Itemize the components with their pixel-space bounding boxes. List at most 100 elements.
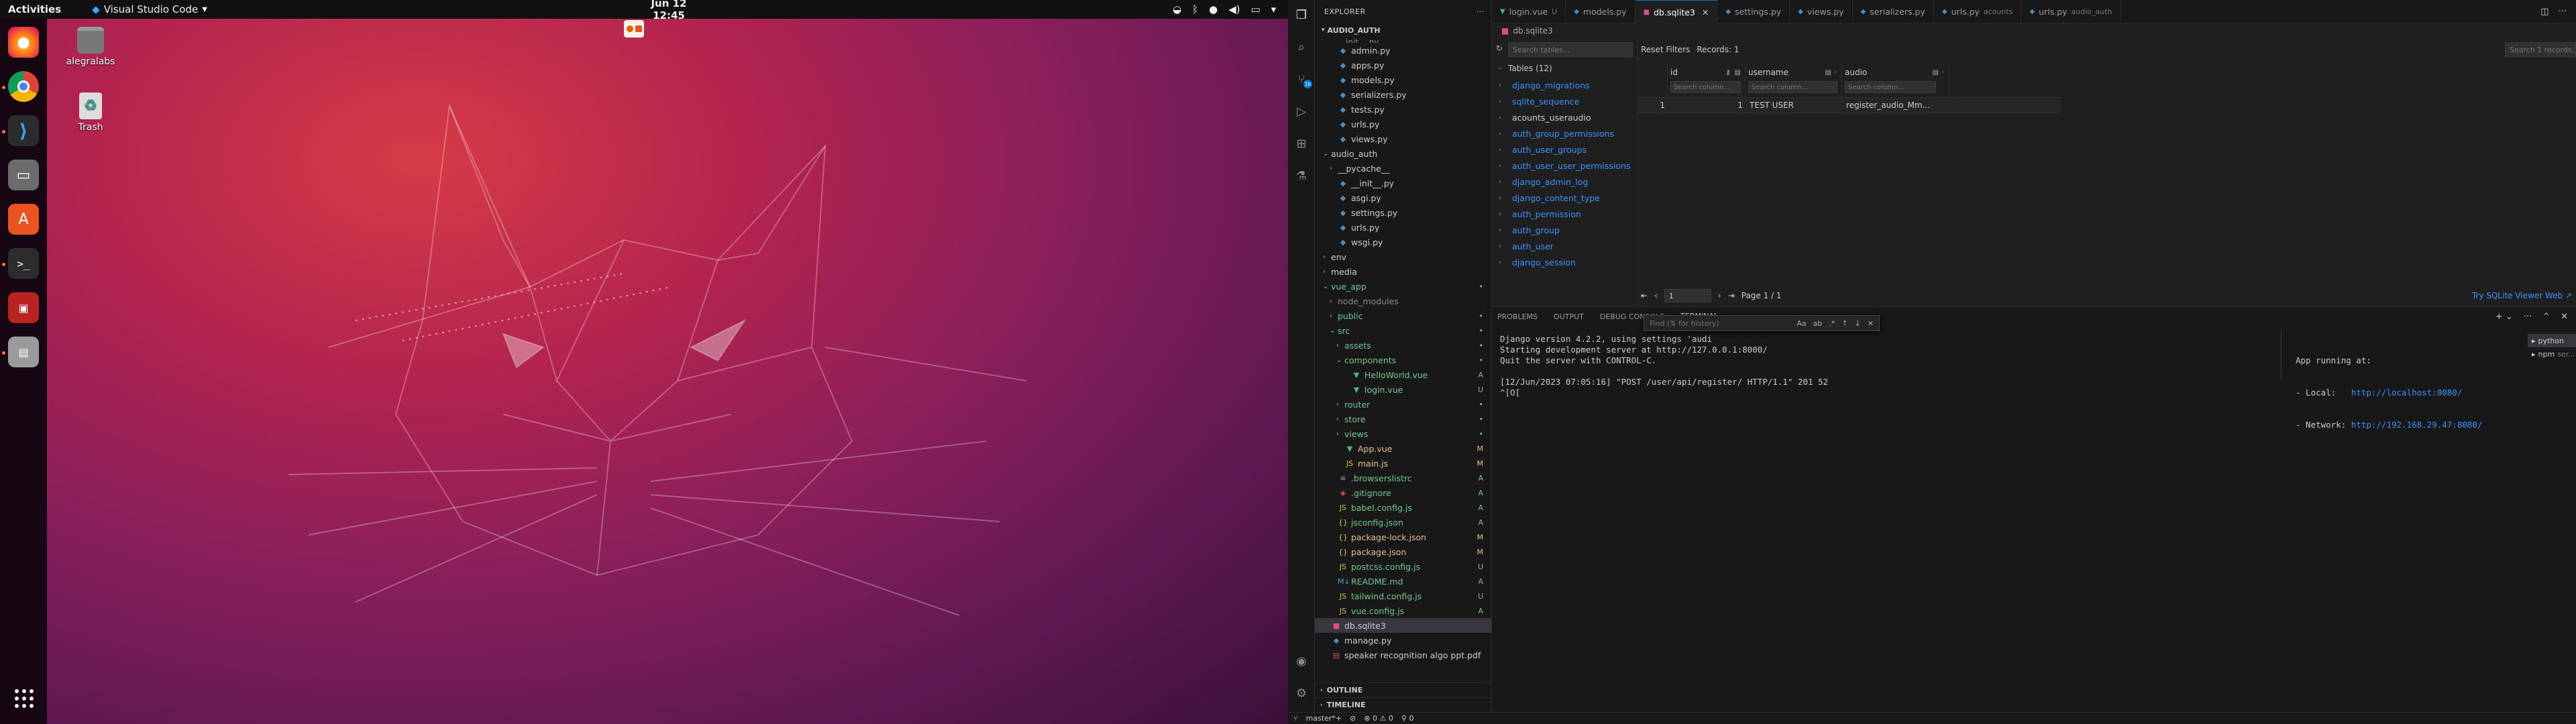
table-list-item[interactable]: › auth_user_groups xyxy=(1499,141,1587,158)
new-terminal-icon[interactable]: + ⌄ xyxy=(2496,312,2513,322)
explorer-item[interactable]: ▼ HelloWorld.vue A xyxy=(1315,367,1491,382)
terminal-right[interactable]: App running at: - Local: http://localhos… xyxy=(2296,334,2517,452)
explorer-item[interactable]: ⌄ src • xyxy=(1315,323,1491,338)
explorer-item[interactable]: ⌄ components • xyxy=(1315,353,1491,367)
explorer-item[interactable]: ◆ wsgi.py xyxy=(1315,235,1491,249)
explorer-item[interactable]: ◆ models.py xyxy=(1315,72,1491,87)
branch-status[interactable]: master*+ xyxy=(1306,714,1342,723)
accounts-icon[interactable]: ◉ xyxy=(1292,652,1311,670)
terminal-icon[interactable]: >_ xyxy=(8,248,39,279)
explorer-item[interactable]: {} package.json M xyxy=(1315,544,1491,559)
search-icon[interactable]: ⌕ xyxy=(1292,38,1311,56)
column-filter-input[interactable] xyxy=(1845,81,1936,93)
explorer-item[interactable]: JS tailwind.config.js U xyxy=(1315,589,1491,603)
explorer-item[interactable]: › node_modules xyxy=(1315,294,1491,308)
editor-tab[interactable]: ■ db.sqlite3 ✕ xyxy=(1635,0,1718,23)
table-list-item[interactable]: › django_session xyxy=(1499,254,1576,270)
column-type-icon[interactable]: ▤ ◦ xyxy=(1825,69,1837,76)
explorer-item[interactable]: {} jsconfig.json A xyxy=(1315,515,1491,530)
match-word-toggle[interactable]: ab xyxy=(1813,319,1823,328)
explorer-item[interactable]: › env xyxy=(1315,249,1491,264)
explorer-item[interactable]: ⌄ audio_auth xyxy=(1315,146,1491,161)
table-list-item[interactable]: › auth_user xyxy=(1499,238,1554,254)
explorer-item[interactable]: JS postcss.config.js U xyxy=(1315,559,1491,574)
battery-icon[interactable]: ▭ xyxy=(1251,3,1260,15)
reset-filters-button[interactable]: Reset Filters xyxy=(1638,45,1690,54)
breadcrumb-item[interactable]: db.sqlite3 xyxy=(1513,26,1552,36)
bluetooth-icon[interactable]: ᛒ xyxy=(1192,3,1198,15)
screenshot-app-icon[interactable]: ▣ xyxy=(8,292,39,323)
regex-toggle[interactable]: .* xyxy=(1829,319,1835,328)
column-filter-input[interactable] xyxy=(1670,81,1741,93)
explorer-item[interactable]: {} package-lock.json M xyxy=(1315,530,1491,544)
run-debug-icon[interactable]: ▷ xyxy=(1292,102,1311,121)
explorer-item[interactable]: ◆ views.py xyxy=(1315,131,1491,146)
show-applications-icon[interactable] xyxy=(15,689,34,708)
explorer-item[interactable]: ◆ urls.py xyxy=(1315,220,1491,235)
table-list-item[interactable]: › auth_group_permissions xyxy=(1499,125,1614,141)
vscode-icon[interactable]: ⟩ xyxy=(8,115,39,146)
more-actions-icon[interactable]: ··· xyxy=(2559,7,2567,17)
cell-username[interactable]: TEST USER xyxy=(1750,97,1794,113)
wifi-icon[interactable]: ◒ xyxy=(1173,3,1181,15)
explorer-item[interactable]: ◆ serializers.py xyxy=(1315,87,1491,102)
explorer-item[interactable]: ▼ login.vue U xyxy=(1315,382,1491,397)
split-editor-icon[interactable]: ◫ xyxy=(2540,7,2548,17)
local-url-link[interactable]: http://localhost:8080/ xyxy=(2351,387,2463,398)
explorer-item[interactable]: › __pycache__ xyxy=(1315,161,1491,176)
next-match-icon[interactable]: ↓ xyxy=(1855,319,1861,328)
editor-tab[interactable]: ◆ serializers.py xyxy=(1853,0,1934,23)
explorer-item[interactable]: ≡ .browserslistrc A xyxy=(1315,471,1491,485)
previous-match-icon[interactable]: ↑ xyxy=(1841,319,1847,328)
terminal-left[interactable]: Django version 4.2.2, using settings 'au… xyxy=(1500,334,1873,401)
terminal-item-python[interactable]: ▸ python xyxy=(2528,334,2576,347)
table-list-item[interactable]: › django_content_type xyxy=(1499,190,1600,206)
find-input[interactable] xyxy=(1650,318,1764,328)
disk-icon[interactable]: ▤ xyxy=(8,337,39,367)
table-list-item[interactable]: › django_migrations xyxy=(1499,77,1590,93)
table-list-item[interactable]: › auth_user_user_permissions xyxy=(1499,158,1630,174)
problems-status[interactable]: ⊗ 0 ⚠ 0 xyxy=(1364,714,1393,723)
next-page-icon[interactable]: › xyxy=(1718,291,1721,300)
close-find-icon[interactable]: ✕ xyxy=(1868,319,1874,328)
terminal-item-npm[interactable]: ▸ npm ser... xyxy=(2528,347,2576,361)
notification-indicator[interactable] xyxy=(624,20,644,38)
try-sqlite-viewer-web-link[interactable]: Try SQLite Viewer Web ↗ xyxy=(2472,291,2576,300)
table-list-item[interactable]: › sqlite_sequence xyxy=(1499,93,1579,109)
explorer-item[interactable]: JS babel.config.js A xyxy=(1315,500,1491,515)
table-list-item[interactable]: › acounts_useraudio xyxy=(1499,109,1591,125)
explorer-item[interactable]: ■ db.sqlite3 xyxy=(1315,618,1491,633)
explorer-item[interactable]: › assets • xyxy=(1315,338,1491,353)
microphone-icon[interactable]: ● xyxy=(1209,3,1218,15)
explorer-item[interactable]: ▼ App.vue M xyxy=(1315,441,1491,456)
explorer-item[interactable]: JS vue.config.js A xyxy=(1315,603,1491,618)
explorer-item[interactable]: ◈ .gitignore A xyxy=(1315,485,1491,500)
more-actions-icon[interactable]: ··· xyxy=(2524,312,2532,322)
maximize-panel-icon[interactable]: ⌃ xyxy=(2542,312,2550,322)
explorer-item[interactable]: JS main.js M xyxy=(1315,456,1491,471)
sync-status[interactable]: ⊘ xyxy=(1350,714,1356,723)
explorer-item[interactable]: ◆ __init__.py xyxy=(1315,176,1491,190)
explorer-item[interactable]: › router • xyxy=(1315,397,1491,412)
explorer-item[interactable]: › store • xyxy=(1315,412,1491,426)
last-page-icon[interactable]: ⇥ xyxy=(1728,291,1735,300)
editor-tab[interactable]: ◆ urls.py acounts xyxy=(1934,0,2022,23)
extensions-icon[interactable]: ⊞ xyxy=(1292,134,1311,153)
explorer-item[interactable]: ⌄ vue_app • xyxy=(1315,279,1491,294)
first-page-icon[interactable]: ⇤ xyxy=(1641,291,1648,300)
close-panel-icon[interactable]: ✕ xyxy=(2561,312,2568,322)
software-center-icon[interactable]: A xyxy=(8,204,39,235)
more-actions-icon[interactable]: ··· xyxy=(1477,7,1485,16)
tab-output[interactable]: OUTPUT xyxy=(1554,308,1584,325)
files-icon[interactable]: ▭ xyxy=(8,160,39,190)
desktop-icon-home[interactable]: alegralabs xyxy=(54,27,127,67)
prev-page-icon[interactable]: ‹ xyxy=(1654,291,1658,300)
source-control-icon[interactable]: ⑂ 1k xyxy=(1292,70,1312,88)
explorer-item[interactable]: ◆ urls.py xyxy=(1315,117,1491,131)
page-input[interactable] xyxy=(1664,289,1711,302)
table-list-item[interactable]: › django_admin_log xyxy=(1499,174,1588,190)
refresh-icon[interactable]: ↻ xyxy=(1496,44,1503,53)
editor-tab[interactable]: ◆ urls.py audio_auth xyxy=(2021,0,2121,23)
timeline-section[interactable]: › TIMELINE xyxy=(1315,697,1492,712)
volume-icon[interactable]: ◀) xyxy=(1228,3,1240,15)
